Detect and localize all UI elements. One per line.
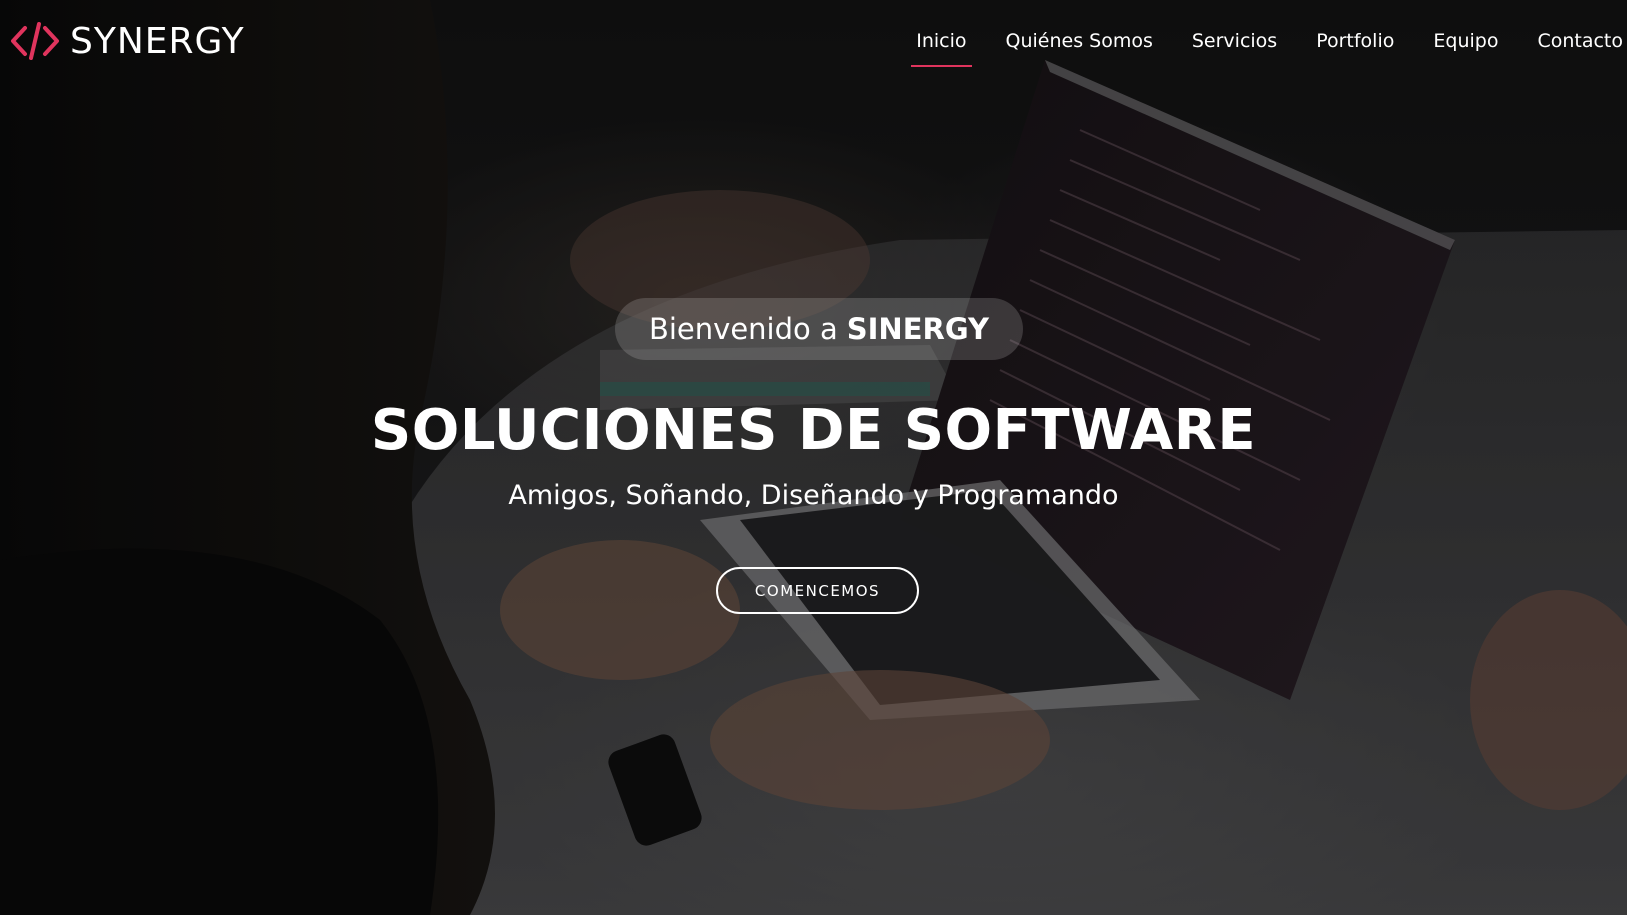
- hero-content: Bienvenido a SINERGY SOLUCIONES DE SOFTW…: [0, 0, 1627, 915]
- welcome-badge: Bienvenido a SINERGY: [615, 298, 1023, 360]
- hero-section: SYNERGY Inicio Quiénes Somos Servicios P…: [0, 0, 1627, 915]
- hero-subtitle: Amigos, Soñando, Diseñando y Programando: [508, 480, 1119, 511]
- hero-headline: SOLUCIONES DE SOFTWARE: [370, 398, 1257, 463]
- get-started-button[interactable]: COMENCEMOS: [716, 567, 919, 614]
- welcome-prefix: Bienvenido a: [648, 312, 838, 346]
- welcome-brand: SINERGY: [846, 312, 990, 346]
